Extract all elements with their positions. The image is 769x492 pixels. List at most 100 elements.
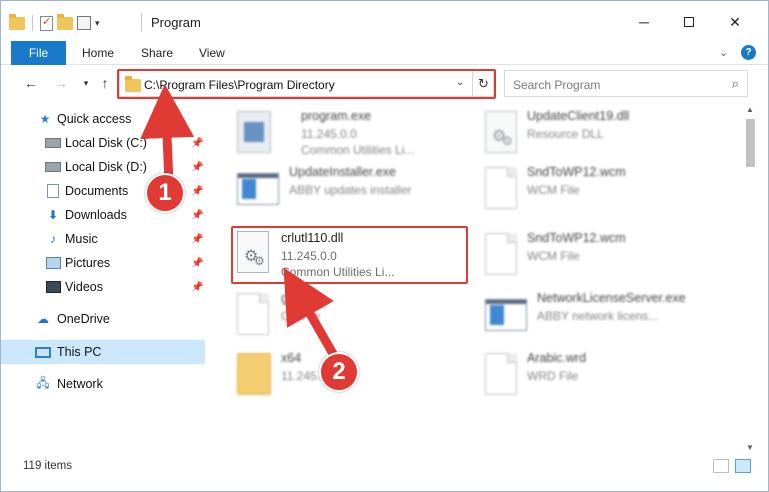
file-name: UpdateClient19.dll [527,109,630,123]
sidebar-item-label: Local Disk (C:) [65,136,147,150]
tab-view[interactable]: View [199,41,225,65]
sidebar-item-label: Quick access [57,112,132,126]
file-name: x64 [281,351,302,365]
forward-button[interactable]: → [52,74,70,92]
file-type: Resource DLL [527,127,604,141]
title-divider [141,13,142,31]
exe-icon [237,111,277,157]
scrollbar-thumb[interactable] [746,119,755,167]
chevron-down-icon[interactable]: ▾ [95,18,100,29]
disk-icon [45,136,61,150]
help-icon[interactable]: ? [741,45,756,60]
sidebar-item-this-pc[interactable]: This PC [1,340,205,364]
expand-ribbon-icon[interactable]: ⌄ [719,46,728,59]
toolbar-divider [32,15,33,31]
document-icon [485,353,525,399]
file-item-networklicenseserver-exe[interactable]: NetworkLicenseServer.exe ABBY network li… [477,287,727,343]
search-box[interactable]: Search Program ⌕ [504,70,748,97]
scroll-up-icon[interactable]: ▲ [746,105,754,114]
refresh-icon: ↻ [478,75,489,91]
app-window-icon [237,167,279,213]
document-icon [237,293,277,339]
tab-share[interactable]: Share [141,41,173,65]
pin-icon[interactable]: 📌 [191,162,203,173]
sidebar-item-label: Documents [65,184,129,198]
file-name: crlutl110.dll [281,231,344,245]
navigation-pane: ★ Quick access Local Disk (C:) 📌 Local D… [1,101,208,457]
sidebar-item-music[interactable]: ♪ Music 📌 [1,227,205,251]
sidebar-item-label: Downloads [65,208,127,222]
music-icon: ♪ [50,232,56,246]
properties-icon[interactable] [40,15,53,31]
pin-icon[interactable]: 📌 [191,138,203,149]
document-icon [485,167,525,213]
file-name: UpdateInstaller.exe [289,165,397,179]
file-item-crlutl110-dll[interactable]: ⚙ ⚙ crlutl110.dll 11.245.0.0 Common Utili… [229,227,479,283]
sidebar-item-onedrive[interactable]: ☁ OneDrive [1,307,205,331]
sidebar-item-label: Music [65,232,98,246]
file-name: NetworkLicenseServer.exe [537,291,686,305]
step-2-badge: 2 [319,352,359,392]
sidebar-item-network[interactable]: 🖧 Network [1,372,205,396]
file-item-sndtowp12-wcm[interactable]: SndToWP12.wcm WCM File [477,161,727,217]
scroll-down-icon[interactable]: ▼ [746,443,754,452]
minimize-button[interactable]: ─ [622,9,666,35]
pin-icon[interactable]: 📌 [191,282,203,293]
dll-gear-icon: ⚙ ⚙ [237,231,277,277]
status-bar: 119 items [1,457,768,491]
file-type: WCM File [527,183,580,197]
details-view-icon[interactable] [713,459,729,473]
arrow-left-icon: ← [24,75,38,91]
file-explorer-window: ▾ Program ─ ✕ File Home Share View ⌄ ? ←… [0,0,769,492]
file-name: program.exe [301,109,372,123]
computer-icon [35,345,51,359]
vertical-scrollbar[interactable]: ▲ ▼ [742,101,759,457]
new-folder-icon[interactable] [57,13,73,30]
up-button[interactable]: ↑ [96,74,114,92]
tab-home[interactable]: Home [82,41,114,65]
file-item-program-exe[interactable]: program.exe 11.245.0.0 Common Utilities … [229,105,479,161]
tab-file[interactable]: File [11,41,66,65]
close-button[interactable]: ✕ [713,9,757,35]
pin-icon[interactable]: 📌 [191,186,203,197]
address-path[interactable]: C:\Program Files\Program Directory [144,78,335,92]
file-item-updateclient19-dll[interactable]: ⚙ ⚙ UpdateClient19.dll Resource DLL [477,105,727,161]
videos-icon [45,280,61,294]
pin-icon[interactable]: 📌 [191,258,203,269]
quick-access-toolbar: ▾ [9,13,100,33]
file-type: CK File [281,309,321,323]
file-item-arabic-wrd[interactable]: Arabic.wrd WRD File [477,347,727,403]
sidebar-item-label: This PC [57,345,102,359]
address-bar[interactable]: C:\Program Files\Program Directory ⌄ ↻ [119,70,494,97]
sidebar-item-label: Videos [65,280,103,294]
dll-gear-icon: ⚙ ⚙ [485,111,525,157]
file-description: ABBY updates installer [289,183,412,197]
file-version: 11.245.0.0 [281,249,337,263]
chevron-down-icon[interactable]: ⌄ [456,77,464,88]
sidebar-item-local-disk-c[interactable]: Local Disk (C:) 📌 [1,131,205,155]
file-item-updateinstaller-exe[interactable]: UpdateInstaller.exe ABBY updates install… [229,161,479,217]
pin-icon[interactable]: 📌 [191,210,203,221]
folder-icon [9,13,25,30]
search-icon[interactable]: ⌕ [732,76,739,92]
download-icon: ⬇ [47,208,59,222]
back-button[interactable]: ← [22,74,40,92]
refresh-button[interactable]: ↻ [472,71,494,96]
chevron-down-icon: ▾ [83,77,89,88]
sidebar-item-videos[interactable]: Videos 📌 [1,275,205,299]
file-name: SndToWP12.wcm [527,231,626,245]
file-name: gb.lex [281,291,315,305]
maximize-button[interactable] [667,9,711,35]
navigation-bar: ← → ▾ ↑ C:\Program Files\Program Directo… [1,66,768,100]
large-icons-view-icon[interactable] [735,459,751,473]
pin-icon[interactable]: 📌 [191,234,203,245]
sidebar-item-pictures[interactable]: Pictures 📌 [1,251,205,275]
maximize-icon [684,17,694,27]
view-icon[interactable] [77,16,91,30]
sidebar-item-quick-access[interactable]: ★ Quick access [1,107,205,131]
folder-icon [125,76,141,92]
file-item-sndtowp12-wcm-2[interactable]: SndToWP12.wcm WCM File [477,227,727,283]
file-item-gb-lex[interactable]: gb.lex CK File [229,287,479,343]
recent-locations-button[interactable]: ▾ [77,74,95,92]
search-input[interactable]: Search Program [513,78,600,92]
